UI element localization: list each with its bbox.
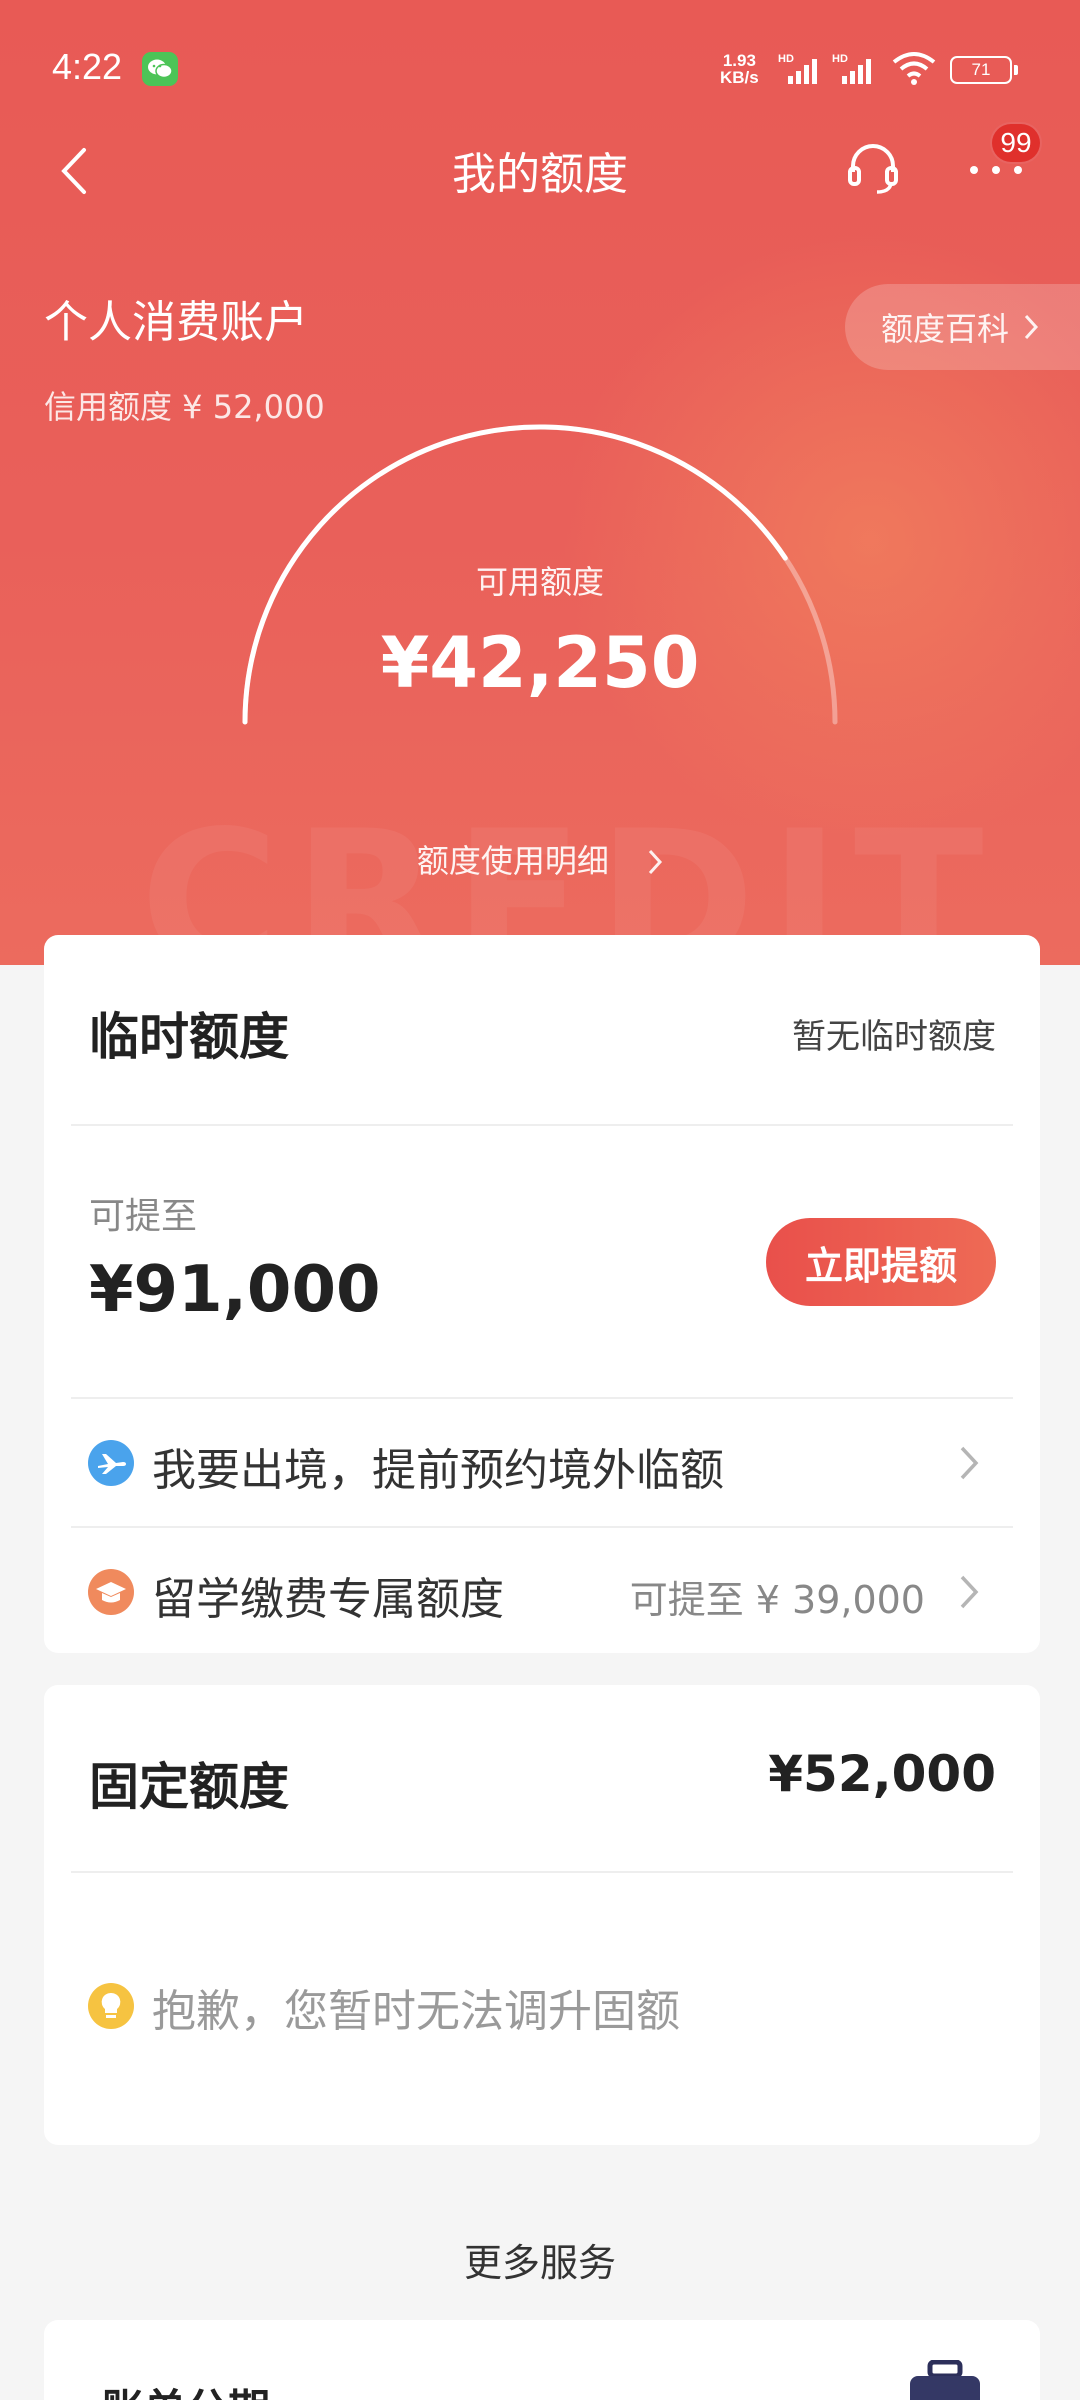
signal-hd-1-icon: HD <box>778 52 828 90</box>
account-title: 个人消费账户 <box>44 297 308 348</box>
battery-icon: 71 <box>950 56 1018 84</box>
suitcase-icon <box>910 2360 980 2400</box>
lightbulb-icon <box>88 1983 134 2029</box>
network-speed: 1.93 KB/s <box>720 52 759 86</box>
credit-wiki-link[interactable]: 额度百科 <box>845 284 1080 370</box>
customer-service-button[interactable] <box>845 140 901 196</box>
status-time: 4:22 <box>52 46 123 87</box>
fixed-limit-card: 固定额度 ¥52,000 抱歉，您暂时无法调升固额 <box>44 1685 1040 2145</box>
chevron-right-icon <box>648 849 663 875</box>
fixed-limit-title: 固定额度 <box>89 1758 289 1816</box>
svg-text:HD: HD <box>778 53 794 65</box>
temporary-limit-title: 临时额度 <box>89 1008 289 1066</box>
network-speed-unit: KB/s <box>720 68 759 87</box>
overseas-limit-text: 我要出境，提前预约境外临额 <box>152 1445 724 1496</box>
credit-usage-details-link[interactable]: 额度使用明细 <box>0 836 1080 882</box>
fixed-limit-tip: 抱歉，您暂时无法调升固额 <box>152 1986 680 2037</box>
installment-service-card[interactable]: 账单分期 <box>44 2320 1040 2400</box>
headset-icon <box>848 144 898 194</box>
raise-now-button[interactable]: 立即提额 <box>766 1218 996 1306</box>
fixed-limit-amount: ¥52,000 <box>768 1745 996 1803</box>
chevron-right-icon <box>960 1446 979 1480</box>
graduation-cap-icon <box>88 1569 134 1615</box>
more-services-title: 更多服务 <box>463 2241 616 2285</box>
study-abroad-limit-text: 留学缴费专属额度 <box>152 1574 504 1625</box>
temporary-limit-card: 临时额度 暂无临时额度 可提至 ¥91,000 立即提额 我要出境，提前预约境外… <box>44 935 1040 1653</box>
svg-text:HD: HD <box>832 53 848 65</box>
plane-icon <box>88 1440 134 1486</box>
raise-to-amount: ¥91,000 <box>89 1253 381 1327</box>
credit-usage-details-label: 额度使用明细 <box>416 842 609 880</box>
signal-hd-2-icon: HD <box>832 52 882 90</box>
study-abroad-limit-value: 可提至 ¥ 39,000 <box>629 1578 925 1622</box>
overseas-limit-row[interactable]: 我要出境，提前预约境外临额 <box>44 1398 1040 1526</box>
study-abroad-limit-row[interactable]: 留学缴费专属额度 可提至 ¥ 39,000 <box>44 1527 1040 1655</box>
divider <box>71 1124 1013 1126</box>
divider <box>71 1871 1013 1873</box>
wifi-icon <box>892 50 936 90</box>
page-title: 我的额度 <box>452 149 628 200</box>
chevron-right-icon <box>960 1575 979 1609</box>
available-credit-value: ¥42,250 <box>380 622 700 704</box>
wechat-icon <box>142 52 178 86</box>
temporary-limit-status: 暂无临时额度 <box>792 1017 996 1057</box>
message-badge: 99 <box>990 122 1042 164</box>
installment-service-title: 账单分期 <box>102 2376 270 2400</box>
chevron-right-icon <box>1024 314 1039 340</box>
available-credit-label: 可用额度 <box>475 563 604 601</box>
credit-wiki-label: 额度百科 <box>881 310 1010 348</box>
raise-to-label: 可提至 <box>89 1196 198 1237</box>
status-bar: 4:22 1.93 KB/s HD HD 71 <box>0 0 1080 140</box>
